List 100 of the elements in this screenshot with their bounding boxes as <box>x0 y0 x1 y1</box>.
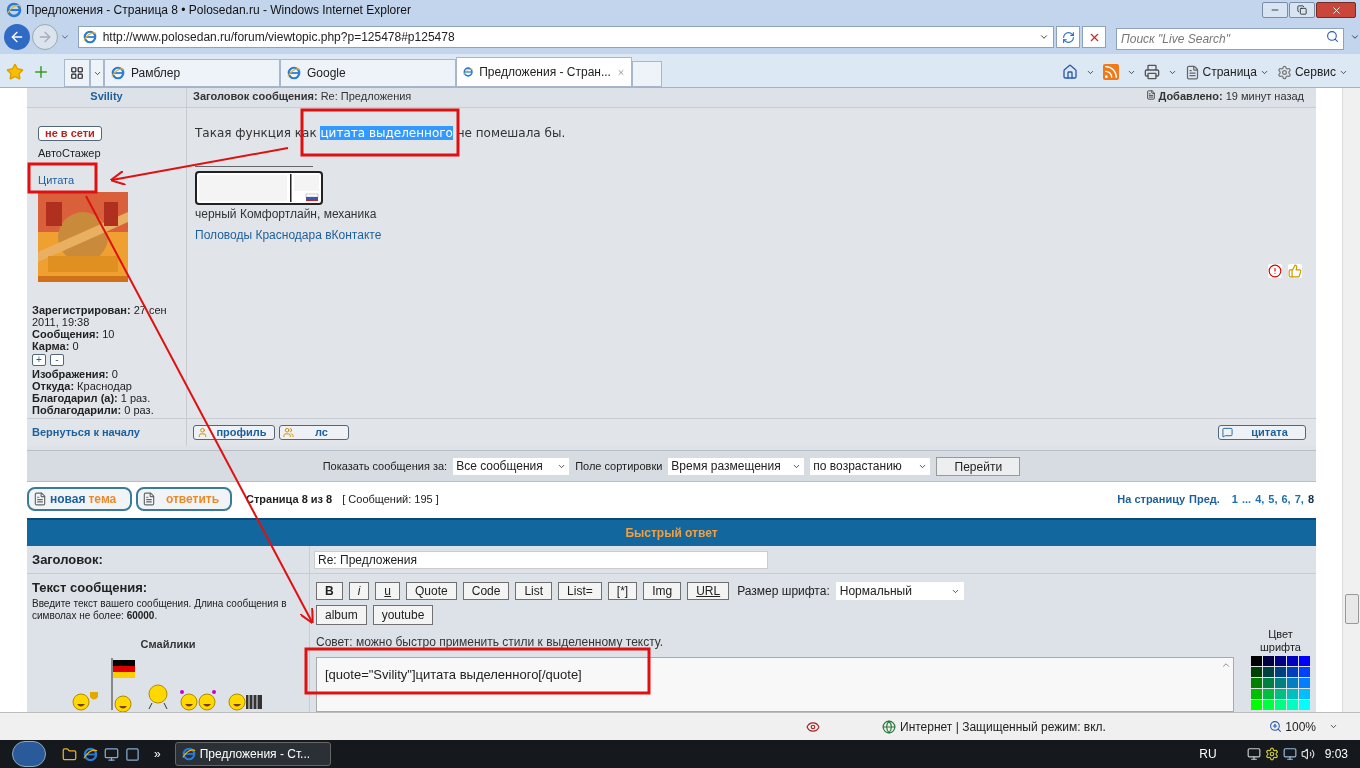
dropdown-icon[interactable] <box>1039 32 1050 42</box>
favorites-star-icon[interactable] <box>6 63 24 81</box>
subject-field[interactable]: Re: Предложения <box>314 550 768 569</box>
color-swatch[interactable] <box>1287 667 1298 677</box>
color-swatch[interactable] <box>1251 689 1262 699</box>
color-swatch[interactable] <box>1263 656 1274 666</box>
desktop-icon[interactable] <box>104 746 119 762</box>
add-favorite-icon[interactable] <box>32 63 50 81</box>
format-button[interactable]: URL <box>687 582 730 600</box>
report-icon[interactable] <box>1268 264 1282 278</box>
new-tab-button[interactable] <box>632 61 662 87</box>
color-swatch[interactable] <box>1287 656 1298 666</box>
color-swatch[interactable] <box>1251 667 1262 677</box>
quick-tabs-button[interactable] <box>64 59 90 87</box>
folder-icon[interactable] <box>62 746 77 762</box>
format-button[interactable]: u <box>375 582 401 600</box>
format-button[interactable]: Img <box>643 582 682 600</box>
forward-button[interactable] <box>31 24 58 50</box>
karma-button[interactable]: + <box>32 354 46 366</box>
back-button[interactable] <box>4 24 30 50</box>
page-link[interactable]: 8 <box>1307 490 1314 508</box>
color-swatch[interactable] <box>1263 689 1274 699</box>
color-swatch[interactable] <box>1263 667 1274 677</box>
browser-tab[interactable]: Рамблер <box>104 59 280 87</box>
back-to-top-link[interactable]: Вернуться к началу <box>32 424 140 441</box>
search-field[interactable]: Поиск "Live Search" <box>1116 28 1345 50</box>
message-textarea[interactable]: [quote="Svility"]цитата выделенного[/quote] <box>316 657 1234 712</box>
minimize-button[interactable] <box>1262 2 1288 18</box>
volume-icon[interactable] <box>1300 747 1315 761</box>
color-swatch[interactable] <box>1287 700 1298 710</box>
browser-tab[interactable]: Google <box>280 59 456 87</box>
close-button[interactable] <box>1316 2 1356 18</box>
page-link[interactable]: 5, <box>1268 490 1278 508</box>
sort-field-select[interactable]: Время размещения <box>668 457 805 475</box>
color-swatch[interactable] <box>1251 678 1262 688</box>
profile-button[interactable]: профиль <box>193 425 275 440</box>
color-swatch[interactable] <box>1275 689 1286 699</box>
format-button[interactable]: i <box>348 582 370 600</box>
color-swatch[interactable] <box>1287 689 1298 699</box>
page-link[interactable]: 4, <box>1255 490 1265 508</box>
network-icon[interactable] <box>1282 747 1297 761</box>
print-icon[interactable] <box>1143 64 1160 80</box>
home-icon[interactable] <box>1061 64 1078 80</box>
color-swatch[interactable] <box>1251 656 1262 666</box>
quote-link[interactable]: Цитата <box>38 171 75 188</box>
format-button[interactable]: youtube <box>372 605 434 625</box>
font-size-select[interactable]: Нормальный <box>835 582 964 600</box>
quote-button[interactable]: цитата <box>1218 425 1306 440</box>
history-dropdown-icon[interactable] <box>59 32 70 42</box>
color-swatch[interactable] <box>1299 678 1310 688</box>
taskbar-button[interactable]: Предложения - Ст... <box>174 742 331 766</box>
flag-smiley-icon[interactable] <box>108 656 138 712</box>
go-button[interactable]: Перейти <box>936 456 1021 476</box>
color-swatch[interactable] <box>1275 678 1286 688</box>
new-topic-button[interactable]: новая тема <box>27 487 132 511</box>
color-swatch[interactable] <box>1299 700 1310 710</box>
refresh-button[interactable] <box>1056 26 1081 48</box>
color-swatch[interactable] <box>1299 667 1310 677</box>
search-options-icon[interactable] <box>1350 32 1360 42</box>
format-button[interactable]: Quote <box>406 582 457 600</box>
format-button[interactable]: List= <box>558 582 602 600</box>
format-button[interactable]: [*] <box>607 582 638 600</box>
more-icons-chevron[interactable]: » <box>154 745 161 763</box>
restore-button[interactable] <box>1289 2 1315 18</box>
privacy-icon[interactable] <box>806 719 820 734</box>
browser-tab[interactable]: Предложения - Стран... <box>456 57 632 87</box>
author-name[interactable]: Svility <box>90 88 123 105</box>
color-swatch[interactable] <box>1287 678 1298 688</box>
address-field[interactable]: http://www.polosedan.ru/forum/viewtopic.php?p=125478#p125478 <box>77 26 1055 48</box>
color-swatch[interactable] <box>1275 667 1286 677</box>
color-swatch[interactable] <box>1275 700 1286 710</box>
color-swatch[interactable] <box>1251 700 1262 710</box>
period-select[interactable]: Все сообщения <box>453 457 570 475</box>
stop-button[interactable] <box>1082 26 1107 48</box>
page-link[interactable]: 1 <box>1231 490 1238 508</box>
scrollbar[interactable] <box>1342 88 1360 712</box>
sort-order-select[interactable]: по возрастанию <box>810 457 931 475</box>
feed-icon[interactable] <box>1102 64 1119 80</box>
tray-icon[interactable] <box>1246 747 1261 761</box>
scrollbar-thumb[interactable] <box>1344 594 1359 624</box>
format-button[interactable]: Code <box>462 582 510 600</box>
color-swatch[interactable] <box>1263 678 1274 688</box>
scroll-up-icon[interactable] <box>1221 660 1231 670</box>
zoom-button[interactable]: 100% <box>1269 717 1338 736</box>
tray-icon[interactable] <box>1264 747 1279 761</box>
format-button[interactable]: B <box>316 582 343 600</box>
signature-link[interactable]: Половоды Краснодара вКонтакте <box>195 226 382 244</box>
language-indicator[interactable]: RU <box>1199 745 1217 763</box>
format-button[interactable]: album <box>316 605 367 625</box>
thumbs-up-icon[interactable] <box>1288 264 1302 278</box>
page-link[interactable]: 6, <box>1281 490 1291 508</box>
page-menu[interactable]: Страница <box>1184 63 1269 81</box>
color-swatch[interactable] <box>1299 689 1310 699</box>
tools-menu[interactable]: Сервис <box>1276 63 1348 81</box>
color-swatch[interactable] <box>1275 656 1286 666</box>
page-link[interactable]: ... <box>1241 490 1252 508</box>
color-swatch[interactable] <box>1263 700 1274 710</box>
private-message-button[interactable]: лс <box>279 425 349 440</box>
start-button[interactable] <box>12 741 46 767</box>
color-swatch[interactable] <box>1299 656 1310 666</box>
